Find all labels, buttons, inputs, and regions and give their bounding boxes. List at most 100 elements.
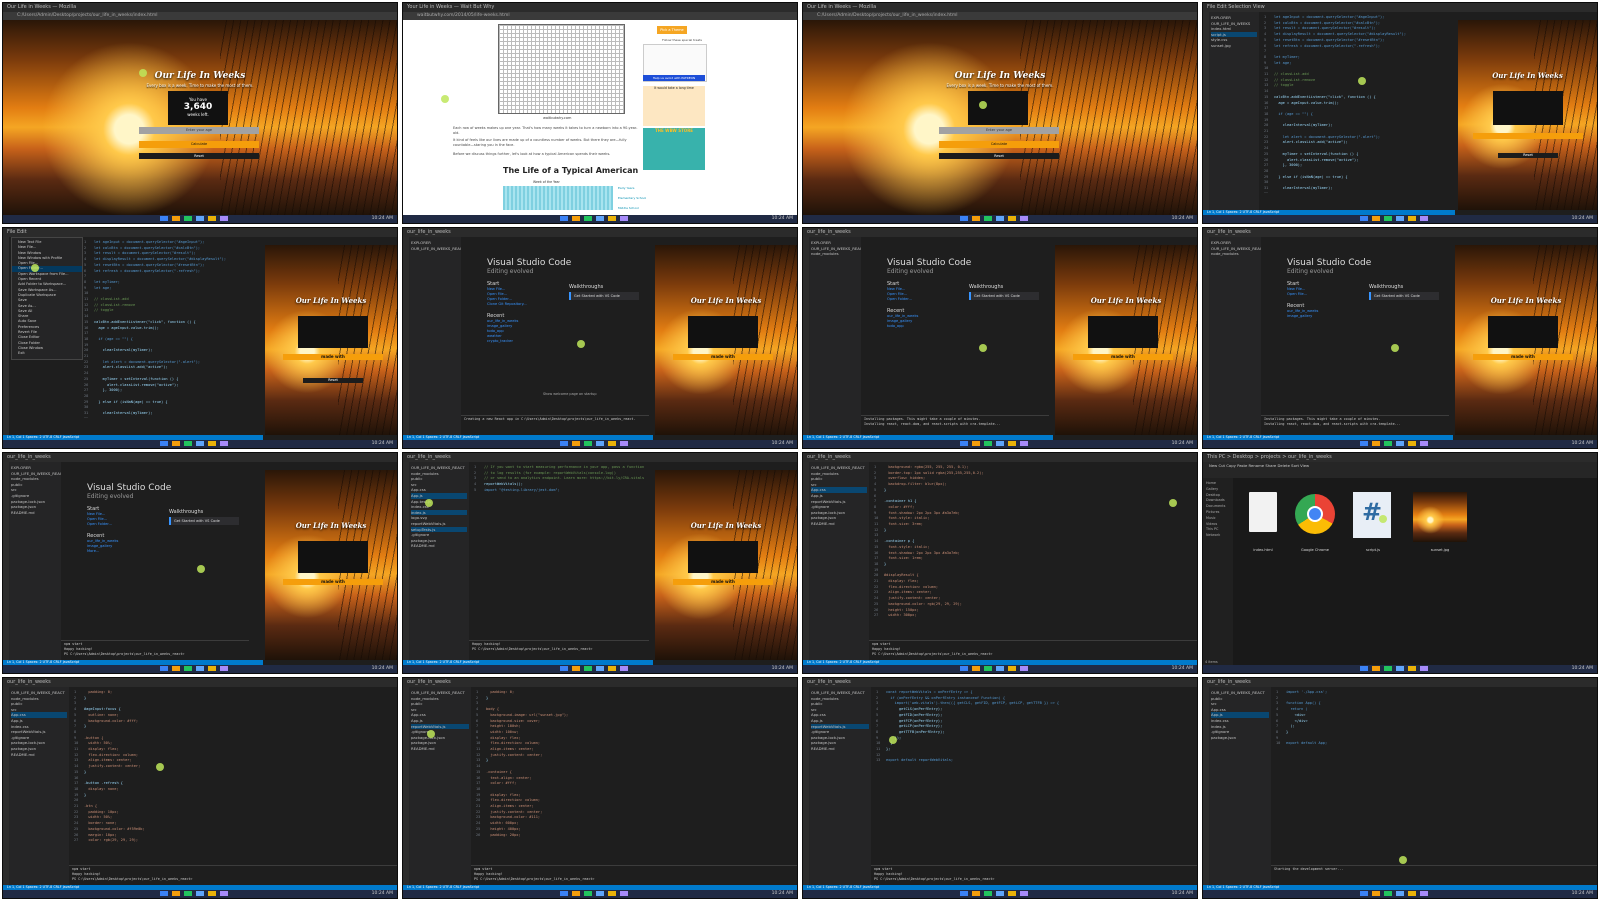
address-bar[interactable]: C:/Users/Admin/Desktop/projects/our_life… [3,12,397,20]
recent-more-link[interactable]: More... [87,549,177,554]
file-readme[interactable]: README.md [811,746,869,752]
file-readme[interactable]: README.md [411,543,467,549]
open-folder-link[interactable]: Open Folder... [887,297,977,302]
reset-button[interactable]: Reset [139,153,259,159]
age-input[interactable]: Enter your age [139,127,259,134]
taskbar-app-icons[interactable] [960,666,1040,671]
open-folder-link[interactable]: Open Folder... [87,522,177,527]
taskbar-app-icons[interactable] [1360,216,1440,221]
project-folder[interactable]: OUR_LIFE_IN_WEEKS_REACT [1211,690,1269,696]
browser-tab[interactable]: Our Life in Weeks — Mozilla [803,3,1197,12]
menu-view[interactable]: View [1253,4,1265,10]
terminal-panel[interactable]: Happy hacking! PS C:\Users\Admin\Desktop… [469,640,649,660]
terminal-panel[interactable]: Installing packages. This might take a c… [1261,415,1449,435]
code-editor-app-js[interactable]: 1 import './App.css'; 2 3 function App() {4 … [1273,690,1576,866]
code-editor-script[interactable]: 1 let ageInput = document.querySelector("… [81,240,254,418]
preview-calc-button[interactable] [1473,133,1583,139]
preview-calc-button[interactable]: made with [283,354,383,360]
preview-calc-button[interactable]: made with [1473,354,1573,360]
terminal-panel[interactable]: npm start Happy hacking! PS C:\Users\Adm… [69,865,397,885]
terminal-panel[interactable]: Installing packages. This might take a c… [861,415,1049,435]
file-script-js[interactable]: # script.js [1353,492,1393,552]
taskbar-app-icons[interactable] [560,666,640,671]
file-readme[interactable]: README.md [11,510,59,516]
project-folder[interactable]: OUR_LIFE_IN_WEEKS_REACT [411,246,461,252]
taskbar-app-icons[interactable] [560,216,640,221]
taskbar-app-icons[interactable] [1360,441,1440,446]
patreon-caption[interactable]: Help us avoid with PATREON [643,75,705,81]
file-readme[interactable]: README.md [411,746,469,752]
file-readme[interactable]: README.md [811,521,867,527]
explorer-toolbar[interactable]: New Cut Copy Paste Rename Share Delete S… [1203,462,1597,478]
preview-calc-button[interactable]: made with [1073,354,1173,360]
taskbar-app-icons[interactable] [1360,666,1440,671]
menu-file[interactable]: File [1207,4,1215,10]
preview-calc-button[interactable]: made with [673,354,773,360]
file-sunset-jpg[interactable]: sunset.jpg [1211,43,1257,49]
reset-button[interactable]: Reset [939,153,1059,159]
folder-node-modules[interactable]: node_modules [1211,251,1259,257]
taskbar-app-icons[interactable] [160,441,240,446]
recent-item[interactable]: image_gallery [1287,314,1377,319]
wbw-store-banner[interactable]: THE WBW STORE [643,128,705,170]
open-file-link[interactable]: Open File... [1287,292,1377,297]
preview-calc-button[interactable]: made with [283,579,383,585]
menu-exit[interactable]: Exit [12,351,82,356]
terminal-panel[interactable]: npm start Happy hacking! PS C:\Users\Adm… [471,865,797,885]
menu-edit[interactable]: Edit [17,229,27,235]
side-banner[interactable]: Pick a Theme [657,26,687,34]
project-folder[interactable]: OUR_LIFE_IN_WEEKS_REACT [411,690,469,696]
clone-repo-link[interactable]: Clone Git Repository... [487,302,577,307]
code-editor-css[interactable]: 1 background: rgba(255, 255, 255, 0.1); 2… [871,465,1174,641]
preview-reset-button[interactable]: Reset [303,378,363,383]
calculate-button[interactable]: Calculate [139,141,259,148]
file-readme[interactable]: README.md [11,752,67,758]
taskbar-app-icons[interactable] [960,216,1040,221]
age-input[interactable]: Enter your age [939,127,1059,134]
project-folder[interactable]: OUR_LIFE_IN_WEEKS_REACT [811,690,869,696]
file-sunset-jpg[interactable]: sunset.jpg [1413,492,1467,552]
show-welcome-checkbox[interactable]: Show welcome page on startup [543,392,596,396]
taskbar-app-icons[interactable] [1360,891,1440,896]
menu-edit[interactable]: Edit [1217,4,1227,10]
taskbar-app-icons[interactable] [160,891,240,896]
nav-network[interactable]: Network [1206,533,1230,539]
browser-tab[interactable]: Our Life in Weeks — Mozilla [3,3,397,12]
project-folder[interactable]: OUR_LIFE_IN_WEEKS_REACT [411,465,467,471]
code-editor-css[interactable]: 1 padding: 0; 2} 3 4 body {5 background-imag… [473,690,776,866]
browser-tab[interactable]: Your Life in Weeks — Wait But Why [403,3,797,12]
calculate-button[interactable]: Calculate [939,141,1059,148]
terminal-panel[interactable]: Creating a new React app in C:\Users\Adm… [461,415,649,435]
taskbar-app-icons[interactable] [160,666,240,671]
address-bar[interactable]: C:/Users/Admin/Desktop/projects/our_life… [803,12,1197,20]
chrome-icon[interactable]: Google Chrome [1295,492,1335,552]
taskbar-app-icons[interactable] [160,216,240,221]
walkthrough-card[interactable]: Get Started with VS Code [969,292,1039,300]
folder-node-modules[interactable]: node_modules [811,251,859,257]
preview-calc-button[interactable]: made with [673,579,773,585]
terminal-panel[interactable]: Starting the development server... [1271,865,1597,885]
walkthrough-card[interactable]: Get Started with VS Code [169,517,239,525]
taskbar-app-icons[interactable] [560,891,640,896]
terminal-panel[interactable]: npm start Happy hacking! PS C:\Users\Adm… [61,640,249,660]
project-folder[interactable]: OUR_LIFE_IN_WEEKS_REACT [11,690,67,696]
code-editor-vitals[interactable]: 1 const reportWebVitals = onPerfEntry => … [873,690,1176,866]
menu-file[interactable]: File [7,229,15,235]
taskbar-app-icons[interactable] [560,441,640,446]
walkthrough-card[interactable]: Get Started with VS Code [569,292,639,300]
file-package-json[interactable]: package.json [1211,735,1269,741]
menu-selection[interactable]: Selection [1228,4,1251,10]
terminal-panel[interactable]: npm start Happy hacking! PS C:\Users\Adm… [869,640,1197,660]
code-editor-script[interactable]: 1 let ageInput = document.querySelector("… [1261,15,1454,193]
taskbar-app-icons[interactable] [960,441,1040,446]
code-editor-setuptests[interactable]: 1// If you want to start measuring perfo… [471,465,654,643]
code-editor-css[interactable]: 1 padding: 0; 2} 3 4 #ageInput:focus {5 outl… [71,690,374,866]
project-folder[interactable]: OUR_LIFE_IN_WEEKS_REACT [811,465,867,471]
file-index-html[interactable]: index.html [1243,492,1283,552]
walkthrough-card[interactable]: Get Started with VS Code [1369,292,1439,300]
terminal-panel[interactable]: npm start Happy hacking! PS C:\Users\Adm… [871,865,1197,885]
preview-reset-button[interactable]: Reset [1498,153,1558,158]
address-bar[interactable]: waitbutwhy.com/2014/05/life-weeks.html [403,12,797,20]
taskbar-app-icons[interactable] [960,891,1040,896]
recent-item[interactable]: todo_app [887,324,977,329]
